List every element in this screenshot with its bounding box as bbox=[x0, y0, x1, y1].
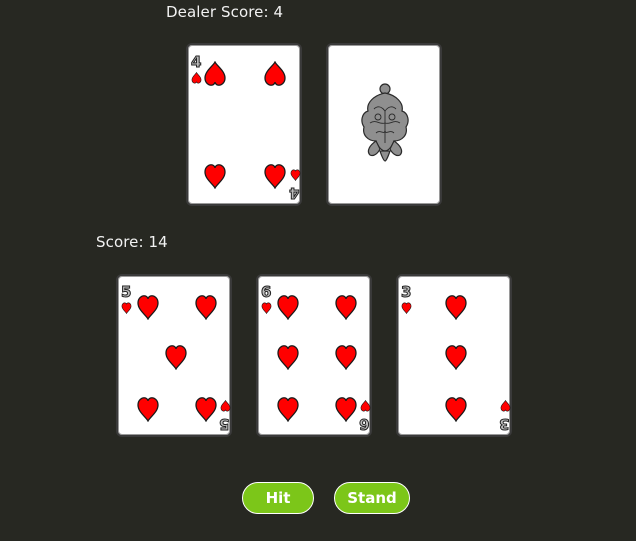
heart-pip-icon bbox=[203, 61, 227, 87]
player-score: Score: 14 bbox=[96, 233, 168, 251]
heart-pip-icon bbox=[444, 396, 468, 422]
heart-pip-icon bbox=[444, 344, 468, 370]
heart-pip-icon bbox=[263, 163, 287, 189]
stand-button[interactable]: Stand bbox=[334, 482, 410, 514]
card-rank: 5 bbox=[120, 283, 132, 301]
card-back-emblem-icon bbox=[361, 83, 409, 162]
card-rank: 4 bbox=[289, 184, 300, 203]
heart-pip-icon bbox=[276, 344, 300, 370]
card-rank: 3 bbox=[499, 415, 510, 434]
heart-pip-icon bbox=[136, 396, 160, 422]
heart-pip-icon bbox=[164, 344, 188, 370]
heart-pip-icon bbox=[500, 400, 511, 412]
heart-pip-icon bbox=[263, 61, 287, 87]
heart-pip-icon bbox=[220, 400, 231, 412]
card-rank: 3 bbox=[400, 283, 412, 301]
heart-pip-icon bbox=[360, 400, 371, 412]
heart-pip-icon bbox=[261, 302, 272, 314]
heart-pip-icon bbox=[136, 294, 160, 320]
heart-pip-icon bbox=[334, 344, 358, 370]
dealer-card-1: 4 4 bbox=[186, 43, 302, 206]
heart-pip-icon bbox=[444, 294, 468, 320]
heart-pip-icon bbox=[276, 294, 300, 320]
dealer-score: Dealer Score: 4 bbox=[166, 3, 284, 21]
card-rank: 6 bbox=[260, 283, 272, 301]
heart-pip-icon bbox=[334, 396, 358, 422]
heart-pip-icon bbox=[334, 294, 358, 320]
heart-pip-icon bbox=[401, 302, 412, 314]
heart-pip-icon bbox=[203, 163, 227, 189]
player-card-3: 3 3 bbox=[396, 274, 512, 437]
heart-pip-icon bbox=[191, 72, 202, 84]
card-rank: 6 bbox=[359, 415, 370, 434]
hit-button[interactable]: Hit bbox=[242, 482, 314, 514]
heart-pip-icon bbox=[194, 396, 218, 422]
heart-pip-icon bbox=[276, 396, 300, 422]
heart-pip-icon bbox=[194, 294, 218, 320]
player-card-1: 5 5 bbox=[116, 274, 232, 437]
heart-pip-icon bbox=[121, 302, 132, 314]
dealer-card-2-facedown bbox=[326, 43, 442, 206]
heart-pip-icon bbox=[290, 169, 301, 181]
card-rank: 5 bbox=[219, 415, 230, 434]
card-rank: 4 bbox=[190, 53, 202, 71]
player-card-2: 6 6 bbox=[256, 274, 372, 437]
